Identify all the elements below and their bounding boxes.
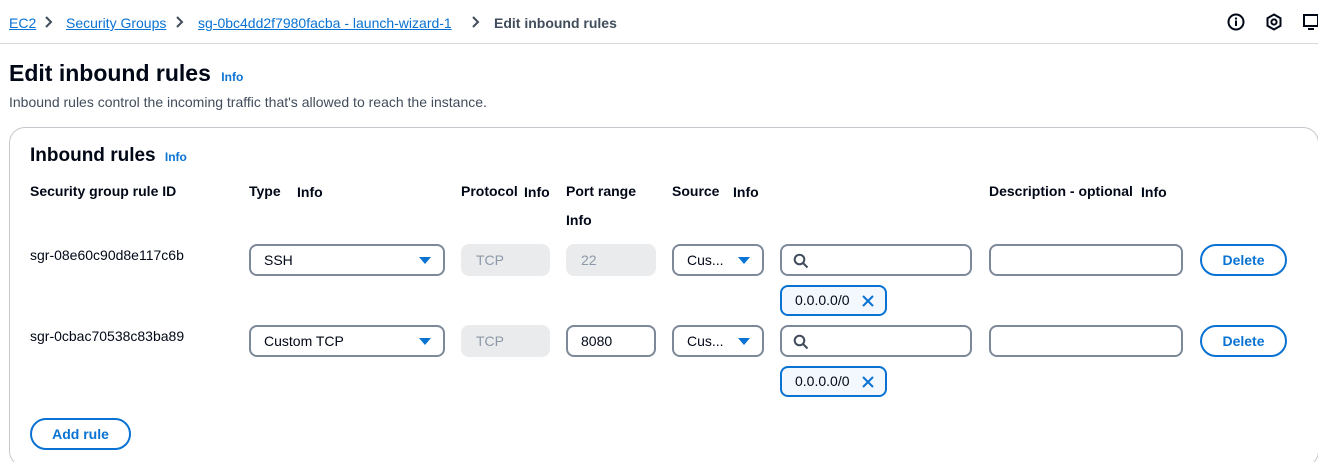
breadcrumb-security-groups[interactable]: Security Groups bbox=[66, 15, 166, 31]
source-info-link[interactable]: Info bbox=[733, 184, 759, 200]
port-range-input[interactable]: 8080 bbox=[566, 325, 656, 357]
description-input[interactable] bbox=[989, 325, 1183, 357]
col-header-source: Source bbox=[672, 183, 720, 199]
panel-title: Inbound rules Info bbox=[30, 145, 187, 167]
caret-down-icon bbox=[738, 257, 750, 264]
page-description: Inbound rules control the incoming traff… bbox=[9, 94, 487, 110]
type-info-link[interactable]: Info bbox=[297, 184, 323, 200]
panel-info-link[interactable]: Info bbox=[165, 150, 187, 164]
panel-title-text: Inbound rules bbox=[30, 145, 156, 166]
top-bar: EC2 Security Groups sg-0bc4dd2f7980facba… bbox=[0, 0, 1318, 44]
page-title-text: Edit inbound rules bbox=[9, 60, 211, 86]
caret-down-icon bbox=[419, 338, 431, 345]
breadcrumb-ec2[interactable]: EC2 bbox=[9, 15, 36, 31]
description-input[interactable] bbox=[989, 244, 1183, 276]
page-title: Edit inbound rules Info bbox=[9, 60, 243, 87]
chevron-right-icon bbox=[45, 16, 53, 28]
rule-id: sgr-08e60c90d8e117c6b bbox=[30, 247, 184, 263]
info-circle-icon[interactable] bbox=[1226, 12, 1246, 32]
cidr-token-label: 0.0.0.0/0 bbox=[795, 292, 850, 308]
delete-button[interactable]: Delete bbox=[1200, 325, 1287, 357]
col-header-protocol: Protocol bbox=[461, 183, 518, 199]
type-select-value: Custom TCP bbox=[264, 333, 344, 349]
breadcrumb-current: Edit inbound rules bbox=[494, 15, 617, 31]
type-select[interactable]: SSH bbox=[249, 244, 445, 276]
search-icon bbox=[793, 253, 809, 269]
cidr-token: 0.0.0.0/0 bbox=[780, 285, 887, 316]
cidr-search-input[interactable] bbox=[780, 244, 972, 276]
page-info-link[interactable]: Info bbox=[221, 70, 243, 84]
col-header-type: Type bbox=[249, 183, 281, 199]
source-select[interactable]: Cus... bbox=[672, 244, 764, 276]
close-icon[interactable] bbox=[860, 374, 876, 390]
caret-down-icon bbox=[738, 338, 750, 345]
caret-down-icon bbox=[419, 257, 431, 264]
port-info-link[interactable]: Info bbox=[566, 212, 592, 228]
close-icon[interactable] bbox=[860, 293, 876, 309]
col-header-description: Description - optional bbox=[989, 183, 1133, 199]
type-select-value: SSH bbox=[264, 252, 293, 268]
description-info-link[interactable]: Info bbox=[1141, 184, 1167, 200]
source-select[interactable]: Cus... bbox=[672, 325, 764, 357]
chevron-right-icon bbox=[176, 16, 184, 28]
protocol-info-link[interactable]: Info bbox=[524, 184, 550, 200]
cidr-token: 0.0.0.0/0 bbox=[780, 366, 887, 397]
search-icon bbox=[793, 334, 809, 350]
split-panel-icon[interactable] bbox=[1302, 12, 1318, 32]
inbound-rules-panel bbox=[9, 127, 1318, 462]
col-header-port-range: Port range bbox=[566, 183, 637, 199]
col-header-rule-id: Security group rule ID bbox=[30, 183, 177, 199]
port-range-field: 22 bbox=[566, 244, 656, 276]
cidr-token-label: 0.0.0.0/0 bbox=[795, 373, 850, 389]
rule-id: sgr-0cbac70538c83ba89 bbox=[30, 328, 185, 344]
cidr-search-input[interactable] bbox=[780, 325, 972, 357]
chevron-right-icon bbox=[472, 16, 480, 28]
delete-button[interactable]: Delete bbox=[1200, 244, 1287, 276]
protocol-field: TCP bbox=[461, 325, 550, 357]
settings-hexagon-icon[interactable] bbox=[1264, 12, 1284, 32]
source-select-value: Cus... bbox=[687, 252, 724, 268]
source-select-value: Cus... bbox=[687, 333, 724, 349]
breadcrumb-security-group[interactable]: sg-0bc4dd2f7980facba - launch-wizard-1 bbox=[198, 15, 452, 31]
add-rule-button[interactable]: Add rule bbox=[30, 418, 131, 450]
type-select[interactable]: Custom TCP bbox=[249, 325, 445, 357]
protocol-field: TCP bbox=[461, 244, 550, 276]
